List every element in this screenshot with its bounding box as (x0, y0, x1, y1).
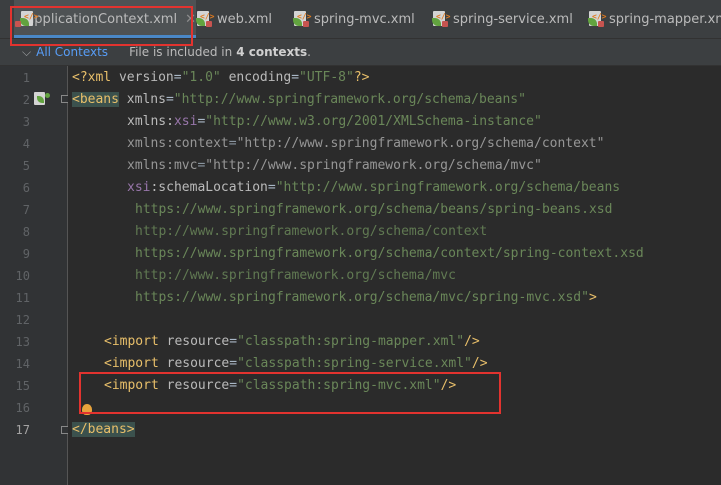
spring-xml-file-icon: </> (196, 11, 214, 27)
all-contexts-dropdown[interactable]: ⌵ All Contexts (22, 45, 108, 60)
line-number: 4 (22, 137, 30, 151)
code-line-3: xmlns:xsi="http://www.w3.org/2001/XMLSch… (127, 114, 542, 129)
spring-xml-file-icon: </> (432, 11, 450, 27)
line-number: 6 (22, 181, 30, 195)
line-number: 9 (22, 247, 30, 261)
line-number: 8 (22, 225, 30, 239)
code-line-1: <?xml version="1.0" encoding="UTF-8"?> (72, 70, 370, 85)
intention-bulb-icon[interactable] (82, 404, 92, 415)
tab-label: spring-service.xml (453, 11, 573, 27)
tab-label: spring-mvc.xml (314, 11, 415, 27)
code-line-5: xmlns:mvc="http://www.springframework.or… (127, 158, 542, 173)
line-number: 2 (22, 93, 30, 107)
code-line-2: <beans xmlns="http://www.springframework… (72, 92, 526, 107)
code-line-17: </beans> (72, 422, 135, 437)
context-count: 4 contexts (236, 45, 308, 59)
context-message: File is included in 4 contexts. (129, 45, 311, 59)
code-line-10: http://www.springframework.org/schema/mv… (135, 268, 456, 283)
line-number: 7 (22, 203, 30, 217)
code-line-4: xmlns:context="http://www.springframewor… (127, 136, 605, 151)
close-icon[interactable]: ✕ (185, 12, 196, 27)
line-number: 3 (22, 115, 30, 129)
tab-label: applicationContext.xml (26, 11, 178, 27)
code-line-6: xsi:schemaLocation="http://www.springfra… (127, 180, 621, 195)
chevron-down-icon: ⌵ (22, 44, 32, 59)
context-message-suffix: . (307, 45, 311, 59)
line-number: 5 (22, 159, 30, 173)
tab-label: web.xml (217, 11, 272, 27)
spring-bean-gutter-icon[interactable] (34, 92, 50, 106)
context-info-bar: ⌵ All Contexts File is included in 4 cont… (0, 39, 721, 66)
spring-xml-file-icon: </> (293, 11, 311, 27)
line-number: 16 (15, 401, 30, 415)
code-line-13: <import resource="classpath:spring-mappe… (104, 334, 480, 349)
line-number: 12 (15, 313, 30, 327)
code-line-9: https://www.springframework.org/schema/c… (135, 246, 644, 261)
tab-web-xml[interactable]: </> web.xml (196, 0, 272, 38)
line-number: 13 (15, 335, 30, 349)
tab-spring-mvc-xml[interactable]: </> spring-mvc.xml (293, 0, 415, 38)
spring-xml-file-icon: </> (15, 11, 38, 27)
line-number: 11 (15, 291, 30, 305)
editor-gutter[interactable]: 1 2 3 4 5 6 7 8 9 10 11 12 13 14 15 16 17 (0, 66, 68, 485)
code-line-11: https://www.springframework.org/schema/m… (135, 290, 597, 305)
tab-spring-service-xml[interactable]: </> spring-service.xml (432, 0, 573, 38)
line-number: 10 (15, 269, 30, 283)
tab-applicationcontext-xml[interactable]: </> applicationContext.xml ✕ (14, 0, 196, 38)
code-line-15: <import resource="classpath:spring-mvc.x… (104, 378, 457, 393)
spring-xml-file-icon: </> (588, 11, 606, 27)
contexts-label: All Contexts (36, 45, 109, 59)
context-message-prefix: File is included in (129, 45, 233, 59)
line-number: 17 (15, 423, 30, 437)
code-line-7: https://www.springframework.org/schema/b… (135, 202, 613, 217)
code-line-8: http://www.springframework.org/schema/co… (135, 224, 488, 239)
editor-tab-bar: </> applicationContext.xml ✕ </> web.xml… (0, 0, 721, 39)
tab-label: spring-mapper.xml (609, 11, 721, 27)
line-number: 14 (15, 357, 30, 371)
tab-spring-mapper-xml[interactable]: </> spring-mapper.xml (588, 0, 721, 38)
code-editor[interactable]: <?xml version="1.0" encoding="UTF-8"?> <… (68, 66, 721, 485)
line-number: 1 (22, 71, 30, 85)
line-number: 15 (15, 379, 30, 393)
code-line-14: <import resource="classpath:spring-servi… (104, 356, 488, 371)
